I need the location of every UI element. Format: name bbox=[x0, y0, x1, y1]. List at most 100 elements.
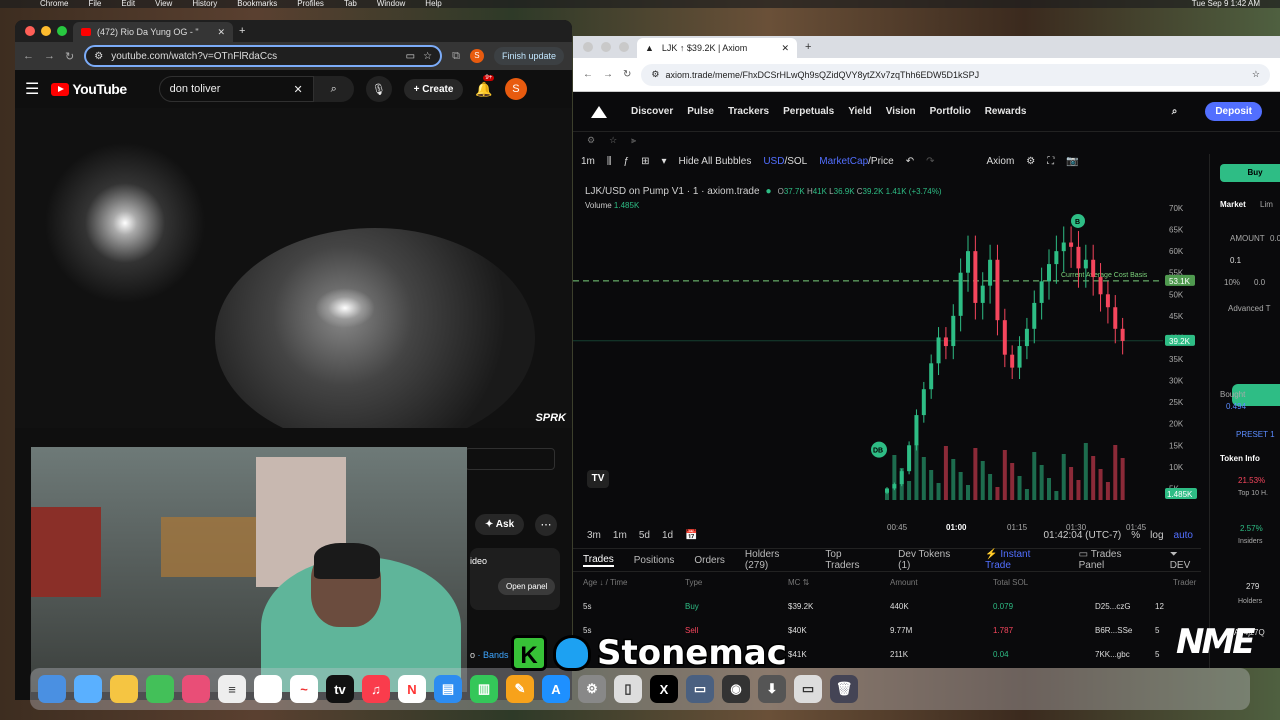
nav-rewards[interactable]: Rewards bbox=[985, 106, 1027, 117]
tab-trades[interactable]: Trades bbox=[583, 554, 614, 567]
usd-option[interactable]: USD bbox=[763, 156, 784, 167]
iphone-mirroring-icon[interactable]: ▯ bbox=[614, 675, 642, 703]
bands-link[interactable]: Bands bbox=[483, 650, 509, 660]
screenshot-icon[interactable]: 📷 bbox=[1066, 156, 1078, 167]
reminders-icon[interactable]: ≡ bbox=[218, 675, 246, 703]
menu-bookmarks[interactable]: Bookmarks bbox=[237, 0, 277, 8]
menubar-clock[interactable]: Tue Sep 9 1:42 AM bbox=[1192, 0, 1260, 8]
obs-icon[interactable]: ◉ bbox=[722, 675, 750, 703]
indicator-icon[interactable]: ƒ bbox=[624, 156, 630, 167]
reload-icon[interactable]: ↻ bbox=[65, 50, 74, 63]
nav-discover[interactable]: Discover bbox=[631, 106, 673, 117]
menu-window[interactable]: Window bbox=[377, 0, 405, 8]
freeform-icon[interactable]: ~ bbox=[290, 675, 318, 703]
apple-tv-icon[interactable]: tv bbox=[326, 675, 354, 703]
hide-bubbles-button[interactable]: Hide All Bubbles bbox=[679, 156, 752, 167]
clear-search-icon[interactable]: ✕ bbox=[293, 83, 302, 96]
chrome-icon[interactable] bbox=[110, 675, 138, 703]
forward-icon[interactable]: → bbox=[44, 50, 55, 62]
minimize-window-icon[interactable] bbox=[601, 42, 611, 52]
settings-icon[interactable]: ⚙ bbox=[587, 135, 595, 146]
interval-select[interactable]: 1m bbox=[581, 156, 595, 167]
axiom-url-field[interactable]: ⚙ axiom.trade/meme/FhxDCSrHLwQh9sQZidQVY8… bbox=[641, 63, 1270, 86]
nav-portfolio[interactable]: Portfolio bbox=[930, 106, 971, 117]
youtube-avatar[interactable]: S bbox=[504, 78, 527, 100]
finish-update-button[interactable]: Finish update bbox=[493, 47, 564, 65]
chart-icon[interactable]: ⫸ bbox=[631, 135, 636, 146]
buy-tab[interactable]: Buy bbox=[1220, 164, 1280, 182]
auto-toggle[interactable]: auto bbox=[1174, 530, 1193, 541]
more-actions-icon[interactable]: ⋯ bbox=[535, 514, 557, 536]
notifications-bell-icon[interactable]: 🔔 9+ bbox=[475, 74, 495, 98]
menu-help[interactable]: Help bbox=[425, 0, 441, 8]
dropdown-chevron-icon[interactable]: ▾ bbox=[661, 156, 666, 167]
tab-top-traders[interactable]: Top Traders bbox=[825, 549, 878, 571]
range-3m[interactable]: 3m bbox=[587, 530, 601, 541]
range-1d[interactable]: 1d bbox=[662, 530, 673, 541]
video-player[interactable]: SPRK bbox=[15, 108, 572, 428]
sol-option[interactable]: /SOL bbox=[784, 156, 807, 167]
site-info-icon[interactable]: ⚙ bbox=[651, 69, 659, 80]
close-tab-icon[interactable]: ✕ bbox=[781, 43, 789, 54]
url-field[interactable]: ⚙ youtube.com/watch?v=OTnFlRdaCcs ▭ ☆ bbox=[84, 45, 443, 67]
browser-tab-youtube[interactable]: (472) Rio Da Yung OG - " ✕ bbox=[73, 22, 233, 42]
new-tab-icon[interactable]: + bbox=[239, 25, 245, 37]
quick-amount-2[interactable]: 0.0 bbox=[1254, 278, 1265, 287]
back-icon[interactable]: ← bbox=[583, 69, 593, 80]
maximize-window-icon[interactable] bbox=[57, 26, 67, 36]
slippage-pct[interactable]: 10% bbox=[1224, 278, 1240, 287]
favorite-star-icon[interactable]: ☆ bbox=[609, 135, 617, 146]
menu-history[interactable]: History bbox=[192, 0, 217, 8]
tab-positions[interactable]: Positions bbox=[634, 555, 675, 566]
candle-type-icon[interactable]: ⫼ bbox=[607, 156, 612, 167]
numbers-icon[interactable]: ▥ bbox=[470, 675, 498, 703]
ask-button[interactable]: ✦ Ask bbox=[475, 514, 525, 535]
description-link[interactable]: o · Bands bbox=[470, 650, 509, 660]
menu-edit[interactable]: Edit bbox=[121, 0, 135, 8]
safari-icon[interactable] bbox=[74, 675, 102, 703]
back-icon[interactable]: ← bbox=[23, 50, 34, 62]
tab-orders[interactable]: Orders bbox=[694, 555, 725, 566]
bookmark-star-icon[interactable]: ☆ bbox=[423, 51, 432, 62]
open-panel-button[interactable]: Open panel bbox=[498, 578, 556, 595]
browser-tab-axiom[interactable]: ▲ LJK ↑ $39.2K | Axiom ✕ bbox=[637, 38, 797, 58]
search-input[interactable]: don toliver ✕ bbox=[158, 76, 314, 102]
downloads-folder-icon[interactable]: ⬇ bbox=[758, 675, 786, 703]
fullscreen-icon[interactable]: ⛶ bbox=[1047, 156, 1054, 167]
minimize-window-icon[interactable] bbox=[41, 26, 51, 36]
window-preview-icon[interactable]: ▭ bbox=[794, 675, 822, 703]
tradingview-logo-icon[interactable]: TV bbox=[587, 470, 609, 488]
source-select[interactable]: Axiom bbox=[987, 156, 1015, 167]
nav-pulse[interactable]: Pulse bbox=[687, 106, 714, 117]
layout-grid-icon[interactable]: ⊞ bbox=[641, 156, 649, 167]
token-info-header[interactable]: Token Info bbox=[1220, 454, 1260, 463]
trash-icon[interactable]: 🗑 bbox=[830, 675, 858, 703]
market-tab[interactable]: Market bbox=[1220, 200, 1246, 209]
chart-settings-icon[interactable]: ⚙ bbox=[1026, 156, 1035, 167]
photos-icon[interactable] bbox=[182, 675, 210, 703]
bookmark-star-icon[interactable]: ☆ bbox=[1252, 69, 1260, 80]
finder-icon[interactable] bbox=[38, 675, 66, 703]
currency-toggle[interactable]: USD/SOL bbox=[763, 156, 807, 167]
menu-file[interactable]: File bbox=[88, 0, 101, 8]
forward-icon[interactable]: → bbox=[603, 69, 613, 80]
menu-view[interactable]: View bbox=[155, 0, 172, 8]
range-5d[interactable]: 5d bbox=[639, 530, 650, 541]
hamburger-menu-icon[interactable]: ☰ bbox=[25, 79, 39, 99]
cast-icon[interactable]: ▭ bbox=[406, 51, 415, 62]
deposit-button[interactable]: Deposit bbox=[1205, 102, 1262, 121]
metric-toggle[interactable]: MarketCap/Price bbox=[819, 156, 893, 167]
music-icon[interactable]: ♫ bbox=[362, 675, 390, 703]
col-age[interactable]: Age ↓ / Time bbox=[583, 578, 627, 587]
limit-tab[interactable]: Lim bbox=[1260, 200, 1273, 209]
youtube-logo[interactable]: YouTube bbox=[51, 81, 127, 97]
col-mc[interactable]: MC ⇅ bbox=[788, 578, 809, 587]
nav-perpetuals[interactable]: Perpetuals bbox=[783, 106, 834, 117]
close-window-icon[interactable] bbox=[583, 42, 593, 52]
preset-button[interactable]: PRESET 1 bbox=[1236, 430, 1275, 439]
new-tab-icon[interactable]: + bbox=[805, 41, 811, 53]
row-trader[interactable]: 7KK...gbc bbox=[1095, 650, 1130, 659]
site-info-icon[interactable]: ⚙ bbox=[94, 51, 103, 62]
menu-tab[interactable]: Tab bbox=[344, 0, 357, 8]
marketcap-option[interactable]: MarketCap bbox=[819, 156, 868, 167]
